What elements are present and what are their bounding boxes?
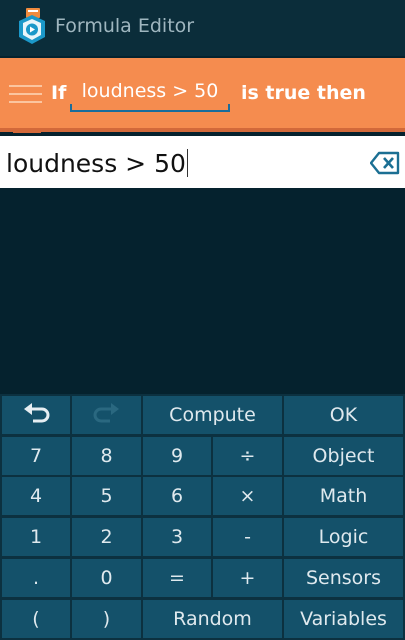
minus-button[interactable]: - <box>213 518 282 556</box>
object-button[interactable]: Object <box>284 437 403 475</box>
decimal-button[interactable]: . <box>2 559 70 597</box>
key-7[interactable]: 7 <box>2 437 70 475</box>
math-button[interactable]: Math <box>284 477 403 515</box>
brick-shadow <box>0 128 405 132</box>
divide-button[interactable]: ÷ <box>213 437 282 475</box>
brick-formula-text: loudness > 50 <box>81 80 219 102</box>
open-paren-button[interactable]: ( <box>2 600 70 638</box>
key-6[interactable]: 6 <box>143 477 211 515</box>
key-9[interactable]: 9 <box>143 437 211 475</box>
app-icon[interactable] <box>16 7 48 47</box>
text-caret <box>186 149 188 177</box>
redo-button[interactable] <box>72 396 141 434</box>
key-4[interactable]: 4 <box>2 477 70 515</box>
backspace-icon[interactable] <box>369 151 400 175</box>
ok-button[interactable]: OK <box>284 396 403 434</box>
close-paren-button[interactable]: ) <box>72 600 141 638</box>
undo-icon <box>22 401 50 430</box>
brick-notch <box>13 128 41 133</box>
brick-formula-field[interactable]: loudness > 50 <box>70 76 232 114</box>
brick-formula-underline <box>70 104 230 112</box>
plus-button[interactable]: + <box>213 559 282 597</box>
formula-value: loudness > 50 <box>6 149 186 178</box>
formula-input[interactable]: loudness > 50 <box>0 136 405 188</box>
multiply-button[interactable]: × <box>213 477 282 515</box>
variables-button[interactable]: Variables <box>284 600 403 638</box>
key-0[interactable]: 0 <box>72 559 141 597</box>
sensors-button[interactable]: Sensors <box>284 559 403 597</box>
equals-button[interactable]: = <box>143 559 211 597</box>
brick-suffix-label: is true then <box>241 82 366 104</box>
key-3[interactable]: 3 <box>143 518 211 556</box>
logic-button[interactable]: Logic <box>284 518 403 556</box>
brick-if-label: If <box>51 82 67 104</box>
key-1[interactable]: 1 <box>2 518 70 556</box>
redo-icon <box>93 401 121 430</box>
key-8[interactable]: 8 <box>72 437 141 475</box>
formula-text[interactable]: loudness > 50 <box>6 149 188 178</box>
compute-button[interactable]: Compute <box>143 396 282 434</box>
undo-button[interactable] <box>2 396 70 434</box>
app-title: Formula Editor <box>55 15 195 37</box>
random-button[interactable]: Random <box>143 600 282 638</box>
action-bar: Formula Editor <box>0 0 405 56</box>
key-5[interactable]: 5 <box>72 477 141 515</box>
key-2[interactable]: 2 <box>72 518 141 556</box>
drag-handle-icon[interactable] <box>9 85 42 105</box>
